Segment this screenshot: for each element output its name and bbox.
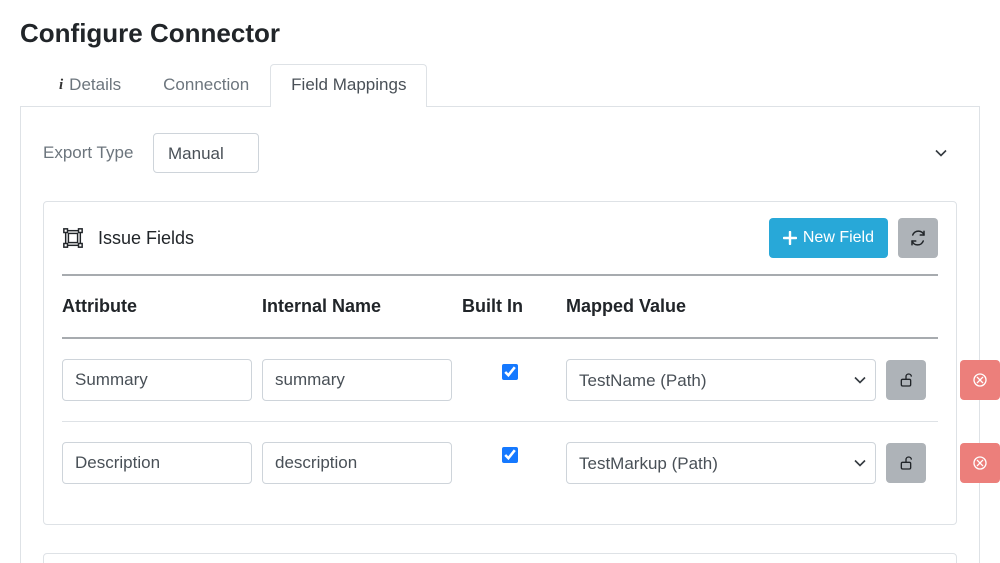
built-in-checkbox[interactable] [502, 447, 518, 463]
export-type-row: Export Type Manual [43, 133, 957, 173]
field-row: TestMarkup (Path) [44, 422, 956, 504]
unlock-icon [898, 455, 914, 471]
test-step-fields-card-header: Test Step Fields New Field [44, 554, 956, 563]
tabs: i Details Connection Field Mappings [20, 63, 980, 107]
col-built-in: Built In [462, 296, 556, 317]
tab-field-mappings-label: Field Mappings [291, 75, 406, 95]
field-row: TestName (Path) [44, 339, 956, 421]
col-mapped-value: Mapped Value [566, 296, 876, 317]
mapped-value-select[interactable]: TestName (Path) [566, 359, 876, 401]
tab-connection[interactable]: Connection [142, 64, 270, 107]
issue-fields-title: Issue Fields [98, 228, 194, 249]
export-type-label: Export Type [43, 143, 153, 163]
info-icon: i [59, 77, 63, 94]
field-table-header: Attribute Internal Name Built In Mapped … [44, 276, 956, 337]
mapped-value-select[interactable]: TestMarkup (Path) [566, 442, 876, 484]
delete-button[interactable] [960, 443, 1000, 483]
delete-button[interactable] [960, 360, 1000, 400]
unlock-button[interactable] [886, 360, 926, 400]
internal-name-input[interactable] [262, 359, 452, 401]
col-internal-name: Internal Name [262, 296, 452, 317]
issue-fields-card: Issue Fields New Field Attribute [43, 201, 957, 525]
chevron-down-icon [935, 147, 947, 159]
col-attribute: Attribute [62, 296, 252, 317]
tab-details-label: Details [69, 75, 121, 95]
attribute-input[interactable] [62, 442, 252, 484]
plus-icon [783, 231, 797, 245]
issue-fields-card-header: Issue Fields New Field [44, 202, 956, 274]
tab-panel-field-mappings: Export Type Manual Issue Fields [20, 107, 980, 563]
internal-name-input[interactable] [262, 442, 452, 484]
new-field-button[interactable]: New Field [769, 218, 888, 258]
export-type-select[interactable]: Manual [153, 133, 259, 173]
page-title: Configure Connector [20, 18, 980, 49]
delete-icon [972, 455, 988, 471]
tab-details[interactable]: i Details [38, 64, 142, 107]
new-field-label: New Field [803, 229, 874, 247]
delete-icon [972, 372, 988, 388]
built-in-checkbox[interactable] [502, 364, 518, 380]
test-step-fields-card: Test Step Fields New Field [43, 553, 957, 563]
object-group-icon [62, 227, 84, 249]
refresh-button[interactable] [898, 218, 938, 258]
unlock-button[interactable] [886, 443, 926, 483]
refresh-icon [909, 229, 927, 247]
tab-connection-label: Connection [163, 75, 249, 95]
unlock-icon [898, 372, 914, 388]
attribute-input[interactable] [62, 359, 252, 401]
tab-field-mappings[interactable]: Field Mappings [270, 64, 427, 107]
